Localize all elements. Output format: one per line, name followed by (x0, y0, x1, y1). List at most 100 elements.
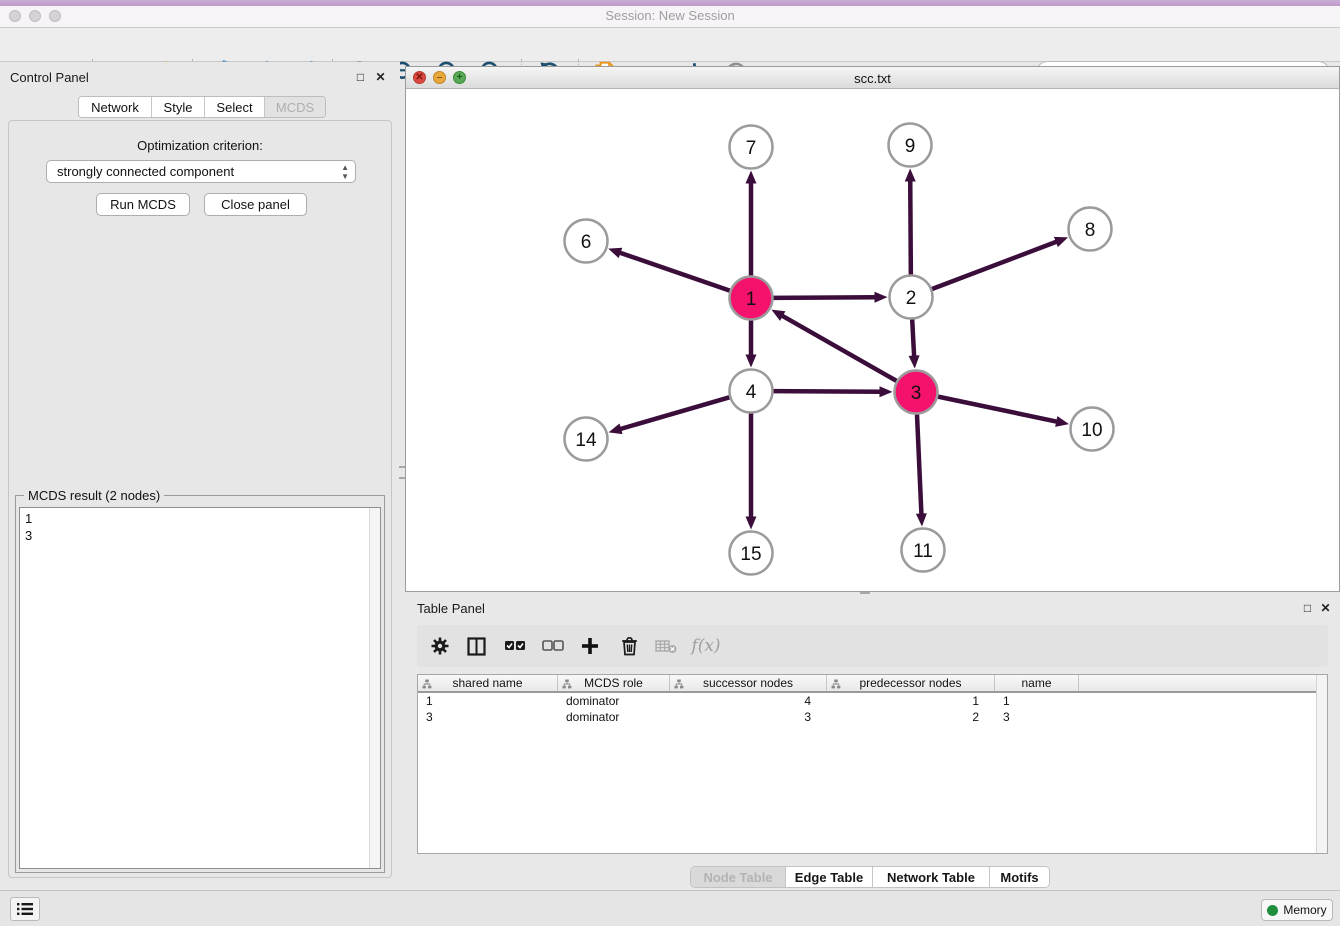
graph-node-label: 14 (575, 430, 597, 451)
edge-arrowhead (905, 168, 916, 181)
graph-node-label: 1 (746, 289, 757, 310)
delete-column-icon[interactable] (617, 634, 641, 658)
statusbar: Memory (0, 890, 1340, 926)
optimization-criterion-label: Optimization criterion: (9, 138, 391, 153)
tab-mcds[interactable]: MCDS (265, 97, 325, 117)
function-builder-icon: f(x) (689, 634, 723, 658)
control-panel: Control Panel □ ✕ NetworkStyleSelectMCDS… (0, 62, 400, 890)
table-cell: dominator (558, 693, 670, 709)
network-window-titlebar[interactable]: ✕ – + scc.txt (406, 67, 1339, 89)
float-table-panel-icon[interactable]: □ (1301, 602, 1314, 615)
graph-node-label: 6 (581, 232, 592, 253)
delete-table-icon (654, 634, 678, 658)
edge-2-3[interactable] (912, 319, 914, 357)
edge-4-14[interactable] (619, 397, 729, 429)
mcds-result-title: MCDS result (2 nodes) (24, 488, 164, 503)
edge-arrowhead (879, 386, 892, 397)
control-panel-title: Control Panel (10, 70, 89, 85)
table-cell: 2 (827, 709, 995, 725)
edge-arrowhead (609, 424, 623, 435)
edge-arrowhead (1054, 237, 1068, 247)
dropdown-value: strongly connected component (57, 164, 234, 179)
column-header-MCDS-role[interactable]: MCDS role (558, 675, 670, 691)
gear-icon[interactable] (428, 634, 452, 658)
graph-node-label: 9 (905, 136, 916, 157)
column-header-name[interactable]: name (995, 675, 1079, 691)
edge-3-11[interactable] (917, 414, 921, 515)
edge-arrowhead (746, 355, 757, 368)
column-header-successor-nodes[interactable]: successor nodes (670, 675, 827, 691)
horizontal-splitter-handle[interactable] (860, 592, 870, 594)
mcds-result-area[interactable]: 1 3 (19, 507, 381, 869)
optimization-criterion-dropdown[interactable]: strongly connected component ▲▼ (46, 160, 356, 183)
network-window-title: scc.txt (406, 71, 1339, 86)
node-table[interactable]: shared nameMCDS rolesuccessor nodesprede… (417, 674, 1328, 854)
tab-network[interactable]: Network (79, 97, 152, 117)
memory-label: Memory (1283, 903, 1326, 917)
table-cell: 3 (418, 709, 558, 725)
column-sort-icon (674, 679, 684, 689)
mcds-result-text: 1 3 (20, 508, 380, 544)
tab-network-table[interactable]: Network Table (873, 867, 990, 887)
column-sort-icon (831, 679, 841, 689)
close-panel-button[interactable]: Close panel (204, 193, 307, 216)
table-cell: dominator (558, 709, 670, 725)
tab-edge-table[interactable]: Edge Table (786, 867, 873, 887)
graph-node-label: 3 (911, 383, 922, 404)
table-row[interactable]: 1dominator411 (418, 693, 1327, 709)
edge-arrowhead (1055, 416, 1069, 427)
graph-node-label: 2 (906, 288, 917, 309)
task-history-button[interactable] (10, 897, 40, 921)
table-cell: 3 (995, 709, 1079, 725)
graph-node-label: 4 (746, 382, 757, 403)
memory-status-icon (1267, 905, 1278, 916)
application-window: Session: New Session (0, 0, 1340, 926)
edge-arrowhead (916, 513, 927, 526)
column-header-predecessor-nodes[interactable]: predecessor nodes (827, 675, 995, 691)
table-header-row: shared nameMCDS rolesuccessor nodesprede… (418, 675, 1327, 693)
table-toolbar: f(x) (417, 625, 1328, 667)
result-scrollbar[interactable] (369, 508, 380, 868)
table-cell: 1 (418, 693, 558, 709)
close-table-panel-icon[interactable]: ✕ (1319, 602, 1332, 615)
tab-style[interactable]: Style (152, 97, 205, 117)
table-cell: 1 (827, 693, 995, 709)
table-row[interactable]: 3dominator323 (418, 709, 1327, 725)
float-panel-icon[interactable]: □ (354, 71, 367, 84)
memory-button[interactable]: Memory (1261, 899, 1333, 921)
table-panel: Table Panel □ ✕ (405, 596, 1340, 890)
select-all-icon[interactable] (503, 634, 527, 658)
tab-select[interactable]: Select (205, 97, 265, 117)
tab-node-table[interactable]: Node Table (691, 867, 786, 887)
table-cell: 4 (670, 693, 827, 709)
edge-4-3[interactable] (773, 391, 881, 392)
table-panel-title: Table Panel (417, 601, 485, 616)
list-icon (16, 902, 34, 916)
control-panel-tabs: NetworkStyleSelectMCDS (78, 96, 326, 118)
add-column-icon[interactable] (578, 634, 602, 658)
edge-3-10[interactable] (938, 397, 1058, 422)
run-mcds-button[interactable]: Run MCDS (96, 193, 190, 216)
edge-1-2[interactable] (773, 297, 876, 298)
close-panel-icon[interactable]: ✕ (374, 71, 387, 84)
edge-2-8[interactable] (932, 241, 1058, 289)
tab-motifs[interactable]: Motifs (990, 867, 1049, 887)
edge-1-6[interactable] (619, 252, 730, 290)
network-view-window: ✕ – + scc.txt 7968124314101511 (405, 66, 1340, 592)
network-canvas[interactable]: 7968124314101511 (406, 89, 1339, 591)
titlebar-accent-strip (0, 0, 1340, 6)
table-cell: 1 (995, 693, 1079, 709)
table-cell: 3 (670, 709, 827, 725)
table-scrollbar[interactable] (1316, 675, 1327, 853)
column-chooser-icon[interactable] (464, 634, 488, 658)
window-title: Session: New Session (0, 8, 1340, 23)
mcds-panel: Optimization criterion: strongly connect… (8, 120, 392, 878)
edge-3-1[interactable] (781, 315, 896, 381)
graph-node-label: 8 (1085, 220, 1096, 241)
graph-node-label: 15 (740, 544, 761, 565)
edge-2-9[interactable] (910, 179, 911, 274)
unselect-all-icon[interactable] (541, 634, 565, 658)
edge-arrowhead (608, 248, 622, 258)
column-header-shared-name[interactable]: shared name (418, 675, 558, 691)
table-body: 1dominator4113dominator323 (418, 693, 1327, 725)
